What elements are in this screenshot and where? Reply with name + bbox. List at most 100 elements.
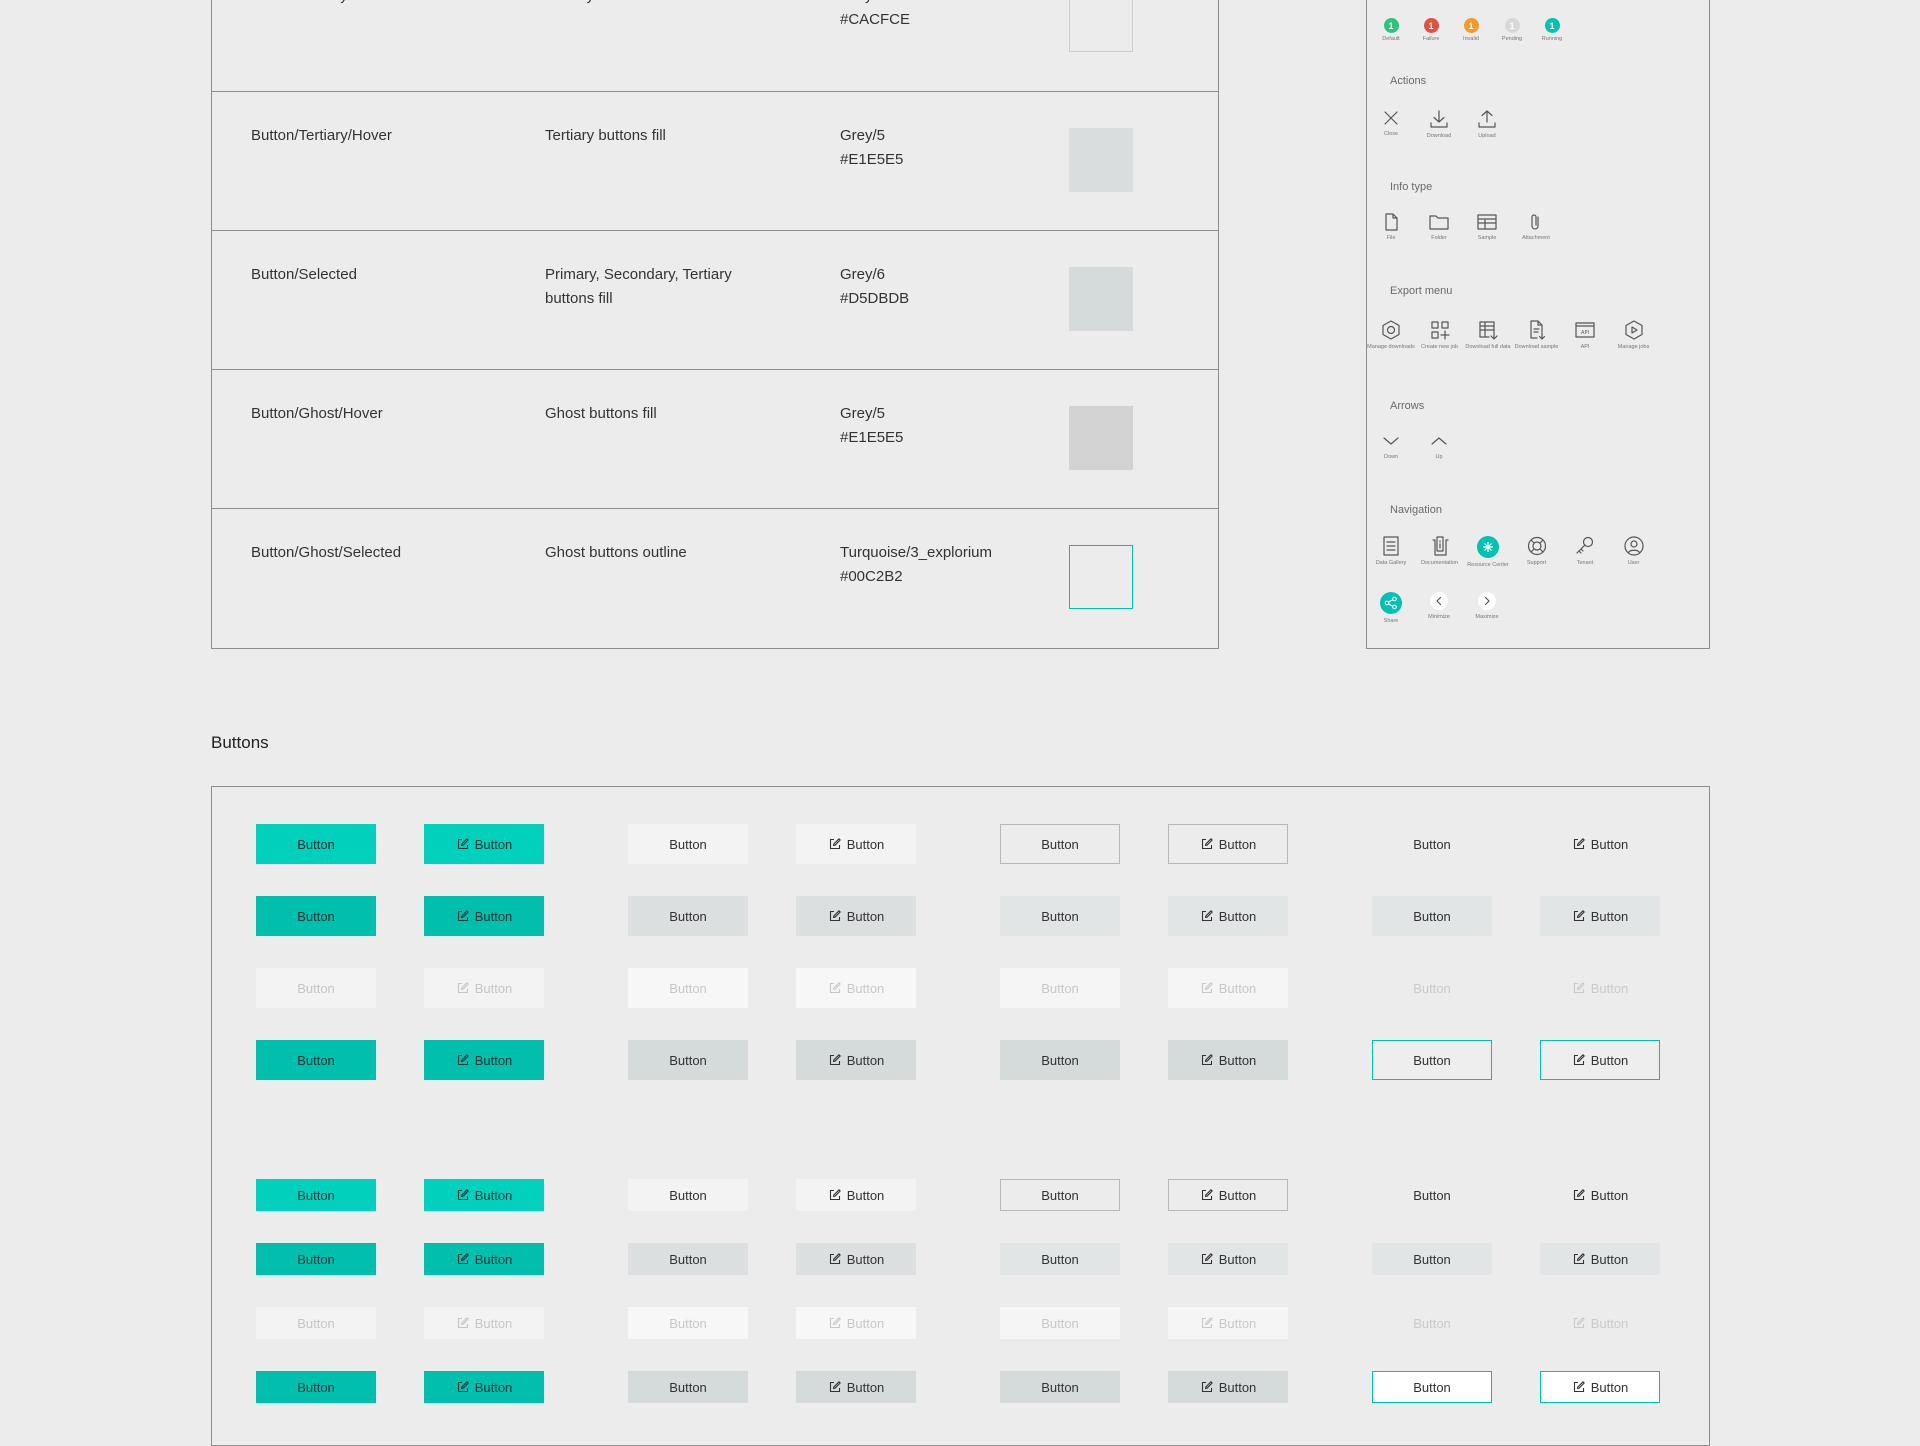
tertiary-selected-icon-button-large[interactable]: Button xyxy=(1168,1040,1288,1080)
secondary-default-icon-button-large[interactable]: Button xyxy=(796,824,916,864)
ghost-disabled-icon-button-small[interactable]: Button xyxy=(1540,1307,1660,1339)
ghost-selected-button-small[interactable]: Button xyxy=(1372,1371,1492,1403)
primary-selected-button-large[interactable]: Button xyxy=(256,1040,376,1080)
user-icon[interactable]: User xyxy=(1610,535,1658,567)
support-icon[interactable]: Support xyxy=(1513,535,1561,567)
button-label: Button xyxy=(1413,1052,1451,1068)
tertiary-hover-icon-button-small[interactable]: Button xyxy=(1168,1243,1288,1275)
secondary-selected-button-large[interactable]: Button xyxy=(628,1040,748,1080)
token-usage: Tertiary buttons outline xyxy=(545,0,765,8)
tertiary-selected-button-small[interactable]: Button xyxy=(1000,1371,1120,1403)
ghost-default-button-small[interactable]: Button xyxy=(1372,1179,1492,1211)
api-icon[interactable]: API API xyxy=(1561,319,1609,351)
primary-hover-button-small[interactable]: Button xyxy=(256,1243,376,1275)
sample-table-icon[interactable]: Sample xyxy=(1463,212,1511,242)
ghost-selected-icon-button-small[interactable]: Button xyxy=(1540,1371,1660,1403)
tertiary-disabled-icon-button-small[interactable]: Button xyxy=(1168,1307,1288,1339)
folder-icon[interactable]: Folder xyxy=(1415,212,1463,242)
create-new-job-icon[interactable]: Create new job xyxy=(1416,319,1464,351)
primary-default-icon-button-small[interactable]: Button xyxy=(424,1179,544,1211)
tertiary-default-button-large[interactable]: Button xyxy=(1000,824,1120,864)
ghost-default-button-large[interactable]: Button xyxy=(1372,824,1492,864)
primary-selected-button-small[interactable]: Button xyxy=(256,1371,376,1403)
primary-hover-button-large[interactable]: Button xyxy=(256,896,376,936)
ghost-hover-button-small[interactable]: Button xyxy=(1372,1243,1492,1275)
secondary-hover-icon-button-large[interactable]: Button xyxy=(796,896,916,936)
tenant-icon[interactable]: Tenant xyxy=(1561,535,1609,567)
tertiary-disabled-button-large[interactable]: Button xyxy=(1000,968,1120,1008)
tertiary-selected-button-large[interactable]: Button xyxy=(1000,1040,1120,1080)
secondary-default-button-large[interactable]: Button xyxy=(628,824,748,864)
button-label: Button xyxy=(1590,836,1629,852)
share-icon[interactable]: Share xyxy=(1367,591,1415,625)
primary-default-button-large[interactable]: Button xyxy=(256,824,376,864)
manage-downloads-icon[interactable]: Manage downloads xyxy=(1367,319,1415,351)
data-gallery-icon[interactable]: Data Gallery xyxy=(1367,535,1415,567)
primary-disabled-button-large[interactable]: Button xyxy=(256,968,376,1008)
tertiary-hover-button-large[interactable]: Button xyxy=(1000,896,1120,936)
tertiary-default-button-small[interactable]: Button xyxy=(1000,1179,1120,1211)
secondary-selected-button-small[interactable]: Button xyxy=(628,1371,748,1403)
ghost-disabled-button-large[interactable]: Button xyxy=(1372,968,1492,1008)
secondary-hover-icon-button-small[interactable]: Button xyxy=(796,1243,916,1275)
secondary-hover-button-large[interactable]: Button xyxy=(628,896,748,936)
button-label: Button xyxy=(1413,980,1451,996)
secondary-hover-button-small[interactable]: Button xyxy=(628,1243,748,1275)
ghost-hover-icon-button-large[interactable]: Button xyxy=(1540,896,1660,936)
secondary-selected-icon-button-small[interactable]: Button xyxy=(796,1371,916,1403)
ghost-selected-icon-button-large[interactable]: Button xyxy=(1540,1040,1660,1080)
tertiary-default-icon-button-small[interactable]: Button xyxy=(1168,1179,1288,1211)
arrow-up-icon[interactable]: Up xyxy=(1415,431,1463,461)
primary-disabled-icon-button-small[interactable]: Button xyxy=(424,1307,544,1339)
ghost-default-icon-button-small[interactable]: Button xyxy=(1540,1179,1660,1211)
download-full-data-icon[interactable]: Download full data xyxy=(1464,319,1512,351)
ghost-disabled-icon-button-large[interactable]: Button xyxy=(1540,968,1660,1008)
tertiary-hover-icon-button-large[interactable]: Button xyxy=(1168,896,1288,936)
secondary-disabled-icon-button-large[interactable]: Button xyxy=(796,968,916,1008)
color-swatch xyxy=(1069,406,1133,470)
primary-hover-icon-button-large[interactable]: Button xyxy=(424,896,544,936)
ghost-disabled-button-small[interactable]: Button xyxy=(1372,1307,1492,1339)
secondary-selected-icon-button-large[interactable]: Button xyxy=(796,1040,916,1080)
secondary-disabled-button-large[interactable]: Button xyxy=(628,968,748,1008)
primary-disabled-button-small[interactable]: Button xyxy=(256,1307,376,1339)
attachment-icon[interactable]: Attachment xyxy=(1512,212,1560,242)
documentation-icon[interactable]: Documentation xyxy=(1416,535,1464,567)
primary-disabled-icon-button-large[interactable]: Button xyxy=(424,968,544,1008)
tertiary-default-icon-button-large[interactable]: Button xyxy=(1168,824,1288,864)
tertiary-hover-button-small[interactable]: Button xyxy=(1000,1243,1120,1275)
download-sample-icon[interactable]: Download sample xyxy=(1513,319,1561,351)
button-label: Button xyxy=(1041,1052,1079,1068)
button-label: Button xyxy=(297,980,335,996)
arrow-down-icon[interactable]: Down xyxy=(1367,431,1415,461)
color-token-row: Button/Ghost/Selected Ghost buttons outli… xyxy=(212,508,1218,647)
close-icon[interactable]: Close xyxy=(1367,108,1415,138)
primary-hover-icon-button-small[interactable]: Button xyxy=(424,1243,544,1275)
secondary-default-icon-button-small[interactable]: Button xyxy=(796,1179,916,1211)
button-label: Button xyxy=(669,1251,707,1267)
ghost-selected-button-large[interactable]: Button xyxy=(1372,1040,1492,1080)
file-icon-glyph xyxy=(1367,212,1415,232)
tertiary-selected-icon-button-small[interactable]: Button xyxy=(1168,1371,1288,1403)
ghost-hover-button-large[interactable]: Button xyxy=(1372,896,1492,936)
token-name: Button/Selected xyxy=(251,266,357,283)
download-icon[interactable]: Download xyxy=(1415,108,1463,140)
primary-selected-icon-button-small[interactable]: Button xyxy=(424,1371,544,1403)
ghost-hover-icon-button-small[interactable]: Button xyxy=(1540,1243,1660,1275)
primary-default-icon-button-large[interactable]: Button xyxy=(424,824,544,864)
download-sample-icon-glyph xyxy=(1513,319,1561,341)
tertiary-disabled-button-small[interactable]: Button xyxy=(1000,1307,1120,1339)
secondary-disabled-button-small[interactable]: Button xyxy=(628,1307,748,1339)
minimize-icon[interactable]: Minimize xyxy=(1415,591,1463,621)
primary-selected-icon-button-large[interactable]: Button xyxy=(424,1040,544,1080)
manage-jobs-icon[interactable]: Manage jobs xyxy=(1610,319,1658,351)
tertiary-disabled-icon-button-large[interactable]: Button xyxy=(1168,968,1288,1008)
ghost-default-icon-button-large[interactable]: Button xyxy=(1540,824,1660,864)
upload-icon[interactable]: Upload xyxy=(1463,108,1511,140)
secondary-default-button-small[interactable]: Button xyxy=(628,1179,748,1211)
resource-center-icon[interactable]: Resource Center xyxy=(1464,535,1512,569)
secondary-disabled-icon-button-small[interactable]: Button xyxy=(796,1307,916,1339)
maximize-icon[interactable]: Maximize xyxy=(1463,591,1511,621)
primary-default-button-small[interactable]: Button xyxy=(256,1179,376,1211)
file-icon[interactable]: File xyxy=(1367,212,1415,242)
